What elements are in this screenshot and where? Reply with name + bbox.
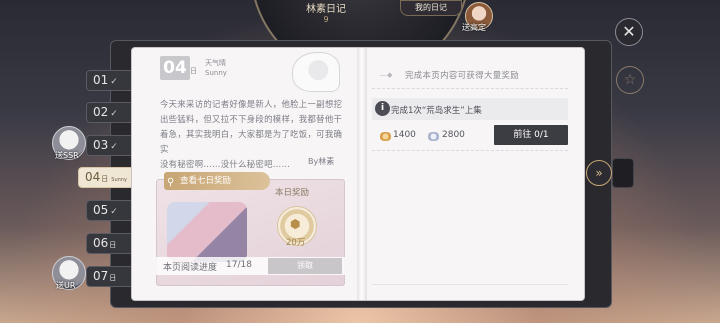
task-text: 完成1次“荒岛求生”上集 [391, 106, 482, 116]
progress-label: 本页阅读进度 [163, 263, 218, 273]
tab-day-03[interactable]: 03 ✓ [86, 135, 134, 156]
my-diary-button[interactable]: 我的日记 [400, 0, 462, 16]
tab-day-label: 02 [93, 105, 109, 119]
weather-en: Sunny [205, 69, 227, 77]
check-icon: ✓ [110, 142, 118, 152]
claim-button[interactable]: 领取 [268, 258, 342, 274]
tab-day-06[interactable]: 06日 [86, 233, 134, 254]
page-title: 林素日记 9 [296, 0, 356, 24]
gem-value: 2800 [442, 130, 465, 140]
seven-day-reward-button[interactable]: ⚲ 查看七日奖励 [164, 172, 270, 190]
tab-day-suffix: 日 [101, 175, 109, 183]
book-clip [612, 158, 634, 188]
progress-value: 17/18 [226, 260, 252, 270]
weather-info: 天气晴 Sunny [205, 58, 227, 78]
go-button[interactable]: 前往 0/1 [494, 125, 568, 145]
badge-label-ssr: 送SSR [55, 151, 79, 160]
character-sketch [292, 52, 340, 92]
gold-value: 1400 [393, 130, 416, 140]
gem-icon [428, 132, 439, 141]
today-reward-amount: 20万 [286, 238, 306, 248]
task-heading: 完成本页内容可获得大量奖励 [405, 70, 520, 80]
info-icon: i [375, 101, 390, 116]
tab-day-label: 01 [93, 73, 109, 87]
tab-day-01[interactable]: 01 ✓ [86, 70, 134, 91]
close-icon[interactable]: ✕ [615, 18, 643, 46]
divider [372, 150, 568, 151]
gift-illustration [167, 202, 247, 262]
tab-day-label: 06 [93, 236, 109, 250]
tab-day-label: 04 [85, 170, 101, 184]
avatar-label: 送高定 [462, 23, 486, 32]
divider [372, 88, 568, 89]
gold-coin-icon [380, 132, 391, 141]
tab-day-04[interactable]: 04日 Sunny [78, 167, 134, 188]
magnifier-icon: ⚲ [167, 177, 175, 188]
badge-label-ur: 送UR [56, 281, 76, 290]
divider [372, 284, 568, 285]
star-icon[interactable]: ☆ [616, 66, 644, 94]
book-spine [357, 48, 367, 300]
check-icon: ✓ [110, 109, 118, 119]
date-number: 04 [160, 56, 190, 80]
diamond-divider-icon: —◆ [380, 71, 393, 79]
check-icon: ✓ [110, 77, 118, 87]
tab-day-suffix: 日 [109, 274, 117, 282]
weather-label: 天气晴 [205, 59, 226, 67]
tab-day-02[interactable]: 02 ✓ [86, 102, 134, 123]
tab-day-07[interactable]: 07日 [86, 266, 134, 287]
title-number: 9 [323, 15, 329, 24]
today-reward-label: 本日奖励 [275, 188, 310, 198]
diary-byline: By林素 [308, 157, 335, 166]
tab-day-05[interactable]: 05 ✓ [86, 200, 134, 221]
tab-day-suffix: 日 [109, 241, 117, 249]
seven-day-label: 查看七日奖励 [180, 176, 232, 186]
date-unit: 日 [190, 67, 197, 75]
tab-day-label: 07 [93, 269, 109, 283]
tab-day-label: 05 [93, 203, 109, 217]
chevron-double-right-icon[interactable]: » [586, 160, 612, 186]
title-text: 林素日记 [306, 4, 346, 15]
tab-day-label: 03 [93, 138, 109, 152]
coin-symbol-icon: ⬢ [290, 217, 301, 231]
tab-day-sub: Sunny [111, 177, 127, 183]
check-icon: ✓ [110, 207, 118, 217]
